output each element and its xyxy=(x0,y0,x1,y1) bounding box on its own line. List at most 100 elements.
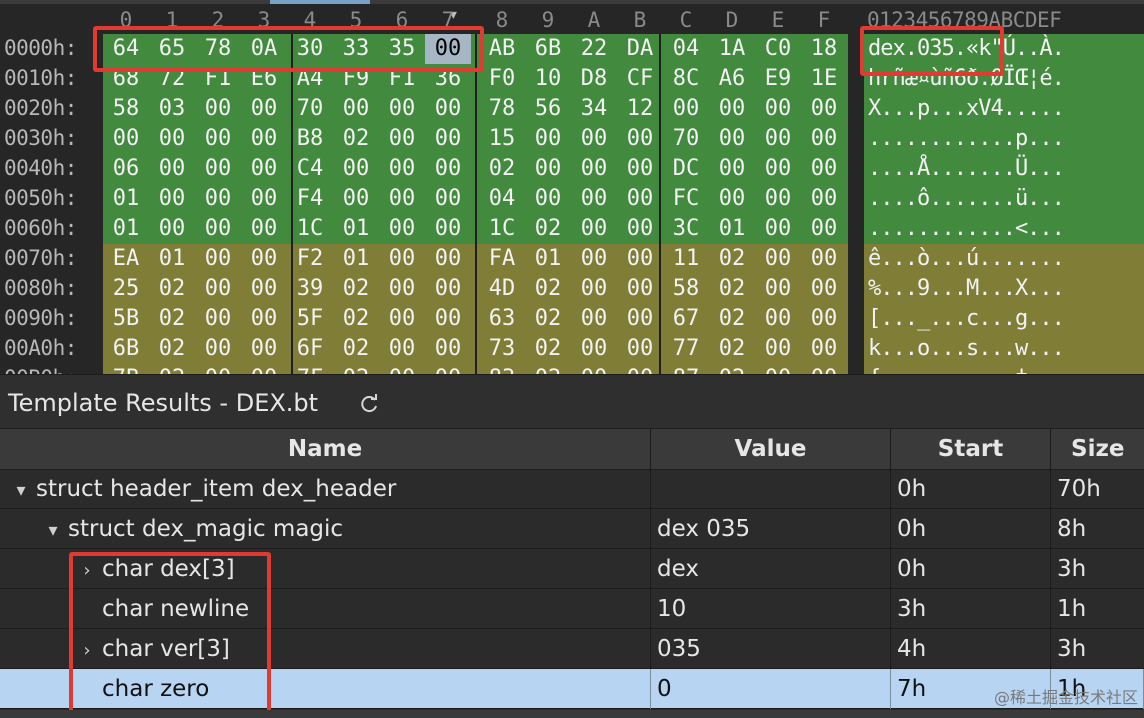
hex-byte[interactable]: 00 xyxy=(379,304,425,334)
hex-byte[interactable]: 00 xyxy=(617,214,663,244)
hex-byte[interactable]: 00 xyxy=(103,124,149,154)
chevron-down-icon[interactable]: ▾ xyxy=(12,471,30,509)
hex-byte[interactable]: 00 xyxy=(379,124,425,154)
hex-byte[interactable]: 00 xyxy=(425,364,471,374)
hex-byte[interactable]: 01 xyxy=(333,244,379,274)
hex-byte[interactable]: 4D xyxy=(479,274,525,304)
hex-byte[interactable]: 18 xyxy=(801,34,847,64)
hex-byte[interactable]: 00 xyxy=(755,184,801,214)
hex-byte[interactable]: 7F xyxy=(287,364,333,374)
hex-byte[interactable]: 00 xyxy=(241,334,287,364)
hex-byte[interactable]: 00 xyxy=(379,184,425,214)
hex-byte[interactable]: 00 xyxy=(379,334,425,364)
hex-byte[interactable]: 58 xyxy=(663,274,709,304)
hex-byte[interactable]: 15 xyxy=(479,124,525,154)
result-row[interactable]: ▾ struct header_item dex_header 0h 70h xyxy=(0,469,1144,509)
hex-byte[interactable]: F0 xyxy=(479,64,525,94)
hex-byte[interactable]: 63 xyxy=(479,304,525,334)
hex-byte[interactable]: 00 xyxy=(801,124,847,154)
hex-byte[interactable]: 00 xyxy=(663,94,709,124)
hex-byte[interactable]: 00 xyxy=(571,154,617,184)
hex-byte[interactable]: 00 xyxy=(149,124,195,154)
hex-byte[interactable]: 00 xyxy=(425,214,471,244)
hex-byte[interactable]: 02 xyxy=(333,124,379,154)
hex-byte[interactable]: 00 xyxy=(195,184,241,214)
hex-byte[interactable]: 11 xyxy=(663,244,709,274)
hex-byte[interactable]: 02 xyxy=(333,364,379,374)
hex-byte[interactable]: 5F xyxy=(287,304,333,334)
hex-byte[interactable]: 00 xyxy=(755,124,801,154)
hex-byte[interactable]: 00 xyxy=(801,244,847,274)
hex-byte[interactable]: 02 xyxy=(333,334,379,364)
hex-byte[interactable]: 02 xyxy=(525,334,571,364)
hex-byte[interactable]: 00 xyxy=(801,184,847,214)
hex-byte[interactable]: 00 xyxy=(571,244,617,274)
hex-byte[interactable]: 00 xyxy=(571,184,617,214)
hex-byte[interactable]: 00 xyxy=(571,334,617,364)
hex-byte[interactable]: 00 xyxy=(379,244,425,274)
hex-byte[interactable]: 00 xyxy=(241,214,287,244)
hex-byte[interactable]: A6 xyxy=(709,64,755,94)
hex-byte[interactable]: 00 xyxy=(195,154,241,184)
hex-byte[interactable]: 00 xyxy=(525,184,571,214)
hex-byte[interactable]: 00 xyxy=(195,364,241,374)
hex-byte[interactable]: 02 xyxy=(709,244,755,274)
hex-byte[interactable]: 00 xyxy=(617,124,663,154)
hex-byte[interactable]: 02 xyxy=(149,274,195,304)
ascii-text[interactable]: X...p...xV4..... xyxy=(864,94,1144,124)
hex-byte[interactable]: 01 xyxy=(149,244,195,274)
hex-byte[interactable]: 01 xyxy=(709,214,755,244)
hex-byte[interactable]: 00 xyxy=(801,334,847,364)
hex-byte[interactable]: F2 xyxy=(287,244,333,274)
ascii-text[interactable]: ê...ò...ú....... xyxy=(864,244,1144,274)
hex-byte[interactable]: 00 xyxy=(195,244,241,274)
hex-byte[interactable]: 00 xyxy=(617,184,663,214)
hex-byte[interactable]: 00 xyxy=(195,124,241,154)
hex-row[interactable]: 0090h: 5B 02 00 00 5F 02 00 00 63 02 00 00 67 02 00 00 [.… xyxy=(0,304,1144,334)
hex-byte[interactable]: 02 xyxy=(709,304,755,334)
hex-byte[interactable]: 00 xyxy=(425,334,471,364)
hex-row[interactable]: 0050h: 01 00 00 00 F4 00 00 00 04 00 00 00 FC 00 00 00..… xyxy=(0,184,1144,214)
hex-byte[interactable]: FA xyxy=(479,244,525,274)
hex-editor-view[interactable]: ▾ 0123456789ABCDEF 0123456789ABCDEF 0000… xyxy=(0,0,1144,374)
hex-byte[interactable]: 00 xyxy=(241,94,287,124)
hex-byte[interactable]: 00 xyxy=(241,364,287,374)
hex-byte[interactable]: 00 xyxy=(709,154,755,184)
hex-byte[interactable]: 00 xyxy=(709,124,755,154)
hex-byte[interactable]: 6F xyxy=(287,334,333,364)
hex-row[interactable]: 0040h: 06 00 00 00 C4 00 00 00 02 00 00 00 DC 00 00 00..… xyxy=(0,154,1144,184)
hex-byte[interactable]: 70 xyxy=(287,94,333,124)
hex-byte[interactable]: 87 xyxy=(663,364,709,374)
hex-byte[interactable]: 02 xyxy=(479,154,525,184)
ascii-text[interactable]: ............<... xyxy=(864,214,1144,244)
hex-row[interactable]: 00A0h: 6B 02 00 00 6F 02 00 00 73 02 00 00 77 02 00 00 k.… xyxy=(0,334,1144,364)
hex-byte[interactable]: 00 xyxy=(195,304,241,334)
hex-byte[interactable]: 02 xyxy=(525,274,571,304)
hex-byte[interactable]: 02 xyxy=(149,364,195,374)
hex-byte[interactable]: 00 xyxy=(801,214,847,244)
ascii-text[interactable]: k...o...s...w... xyxy=(864,334,1144,364)
hex-byte[interactable]: 00 xyxy=(241,154,287,184)
hex-byte[interactable]: CF xyxy=(617,64,663,94)
hex-byte[interactable]: 58 xyxy=(103,94,149,124)
hex-byte[interactable]: 00 xyxy=(801,304,847,334)
hex-byte[interactable]: 00 xyxy=(195,214,241,244)
hex-byte[interactable]: DA xyxy=(617,34,663,64)
hex-byte[interactable]: 00 xyxy=(755,334,801,364)
hex-byte[interactable]: 00 xyxy=(755,274,801,304)
hex-byte[interactable]: 00 xyxy=(333,154,379,184)
hex-byte[interactable]: 00 xyxy=(241,304,287,334)
hex-byte[interactable]: 00 xyxy=(617,304,663,334)
hex-byte[interactable]: 01 xyxy=(333,214,379,244)
hex-byte[interactable]: 00 xyxy=(755,364,801,374)
hex-byte[interactable]: D8 xyxy=(571,64,617,94)
hex-byte[interactable]: 02 xyxy=(709,334,755,364)
hex-byte[interactable]: 00 xyxy=(617,364,663,374)
hex-byte[interactable]: 00 xyxy=(755,94,801,124)
hex-byte[interactable]: 00 xyxy=(241,124,287,154)
hex-byte[interactable]: 02 xyxy=(709,364,755,374)
hex-byte[interactable]: 77 xyxy=(663,334,709,364)
hex-byte[interactable]: FC xyxy=(663,184,709,214)
hex-row[interactable]: 00B0h:7B0200007F0200008302000087020000{.… xyxy=(0,364,1144,374)
hex-byte[interactable]: 01 xyxy=(103,184,149,214)
